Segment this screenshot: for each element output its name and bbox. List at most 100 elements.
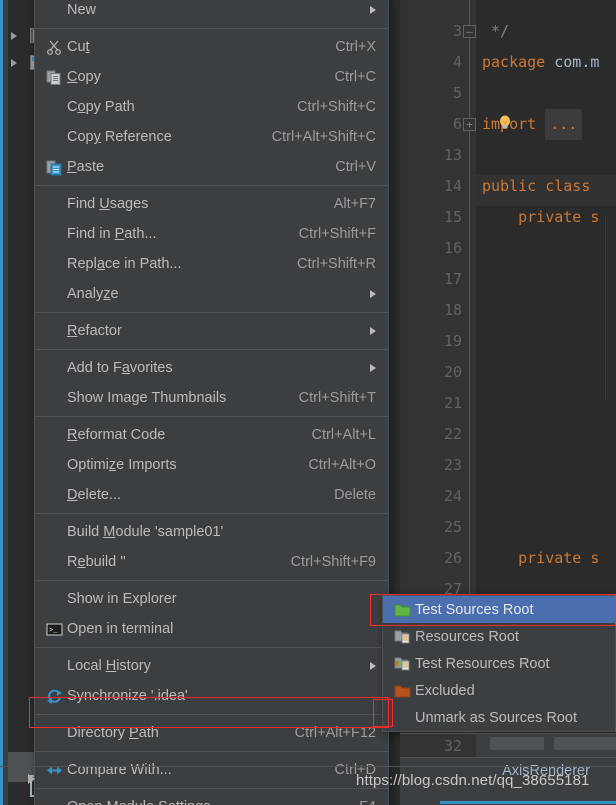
menu-item-replace-in-path[interactable]: Replace in Path... Ctrl+Shift+R bbox=[35, 249, 388, 279]
icon-placeholder bbox=[41, 552, 67, 572]
compare-icon bbox=[41, 760, 67, 780]
icon-placeholder bbox=[41, 656, 67, 676]
watermark-url: https://blog.csdn.net/qq_38655181 bbox=[356, 772, 590, 789]
code-token: ″ bbox=[482, 239, 616, 257]
menu-item-new[interactable]: New bbox=[35, 0, 388, 25]
icon-placeholder bbox=[41, 0, 67, 20]
menu-separator bbox=[35, 416, 388, 417]
code-token: private s bbox=[482, 208, 600, 226]
menu-item-directory-path[interactable]: Directory Path Ctrl+Alt+F12 bbox=[35, 718, 388, 748]
editor-line-number: 26 bbox=[443, 549, 462, 567]
menu-item-local-history[interactable]: Local History bbox=[35, 651, 388, 681]
lightbulb-icon[interactable] bbox=[497, 115, 513, 131]
menu-item-rebuild-default[interactable]: Rebuild '' Ctrl+Shift+F9 bbox=[35, 547, 388, 577]
icon-placeholder bbox=[41, 321, 67, 341]
folder-test-sources-icon bbox=[389, 600, 415, 620]
submenu-item-test-resources-root[interactable]: Test Resources Root bbox=[383, 650, 615, 677]
menu-item-paste[interactable]: Paste Ctrl+V bbox=[35, 152, 388, 182]
fold-expand-icon[interactable]: + bbox=[463, 118, 476, 131]
menu-item-shortcut: F4 bbox=[337, 799, 376, 805]
chevron-right-icon bbox=[370, 662, 376, 670]
submenu-item-excluded[interactable]: Excluded bbox=[383, 677, 615, 704]
menu-separator bbox=[35, 751, 388, 752]
svg-text:>_: >_ bbox=[49, 627, 58, 635]
menu-item-delete[interactable]: Delete... Delete bbox=[35, 480, 388, 510]
menu-item-label: Local History bbox=[67, 658, 151, 674]
menu-item-synchronize-idea[interactable]: Synchronize '.idea' bbox=[35, 681, 388, 711]
folder-excluded-icon bbox=[389, 681, 415, 701]
bottom-divider-2 bbox=[0, 766, 616, 767]
menu-item-refactor[interactable]: Refactor bbox=[35, 316, 388, 346]
icon-placeholder bbox=[41, 485, 67, 505]
menu-item-label: Compare With... bbox=[67, 762, 172, 778]
menu-item-shortcut: Ctrl+Shift+T bbox=[298, 390, 376, 406]
menu-item-label: Copy bbox=[67, 69, 101, 85]
icon-placeholder bbox=[41, 194, 67, 214]
menu-item-label: Build Module 'sample01' bbox=[67, 524, 224, 540]
menu-item-shortcut: Ctrl+Shift+R bbox=[297, 256, 376, 272]
menu-item-shortcut: Ctrl+Shift+C bbox=[297, 99, 376, 115]
menu-item-copy[interactable]: Copy Ctrl+C bbox=[35, 62, 388, 92]
menu-item-label: Open Module Settings bbox=[67, 799, 337, 805]
mark-directory-as-submenu[interactable]: Test Sources Root Resources Root Test Reso… bbox=[382, 595, 616, 732]
editor-line-number: 24 bbox=[443, 487, 462, 505]
menu-item-label: Refactor bbox=[67, 323, 122, 339]
menu-item-label: Reformat Code bbox=[67, 427, 166, 443]
collapsed-triangle-icon[interactable] bbox=[11, 32, 17, 40]
menu-item-show-in-explorer[interactable]: Show in Explorer bbox=[35, 584, 388, 614]
menu-item-copy-path[interactable]: Copy Path Ctrl+Shift+C bbox=[35, 92, 388, 122]
fold-collapse-icon[interactable]: – bbox=[463, 25, 476, 38]
submenu-item-unmark-as-sources-root[interactable]: Unmark as Sources Root bbox=[383, 704, 615, 731]
submenu-item-test-sources-root[interactable]: Test Sources Root bbox=[383, 596, 615, 623]
menu-item-optimize-imports[interactable]: Optimize Imports Ctrl+Alt+O bbox=[35, 450, 388, 480]
menu-item-add-to-favorites[interactable]: Add to Favorites bbox=[35, 353, 388, 383]
editor-code-line: public class bbox=[482, 171, 616, 202]
icon-placeholder bbox=[41, 97, 67, 117]
folder-resources-icon bbox=[389, 627, 415, 647]
submenu-item-label: Resources Root bbox=[415, 628, 519, 645]
menu-item-compare-with[interactable]: Compare With... Ctrl+D bbox=[35, 755, 388, 785]
menu-item-reformat-code[interactable]: Reformat Code Ctrl+Alt+L bbox=[35, 420, 388, 450]
editor-code-line: package com.m bbox=[482, 47, 616, 78]
submenu-item-resources-root[interactable]: Resources Root bbox=[383, 623, 615, 650]
menu-item-find-usages[interactable]: Find Usages Alt+F7 bbox=[35, 189, 388, 219]
editor-line-number: 20 bbox=[443, 363, 462, 381]
left-accent-bar bbox=[0, 0, 3, 805]
menu-item-copy-reference[interactable]: Copy Reference Ctrl+Alt+Shift+C bbox=[35, 122, 388, 152]
menu-item-label: Delete... bbox=[67, 487, 122, 503]
editor-line-number: 14 bbox=[443, 177, 462, 195]
icon-placeholder bbox=[41, 284, 67, 304]
icon-placeholder bbox=[41, 797, 67, 805]
menu-item-open-in-terminal[interactable]: >_ Open in terminal bbox=[35, 614, 388, 644]
menu-separator bbox=[35, 349, 388, 350]
menu-item-build-module-sample01[interactable]: Build Module 'sample01' bbox=[35, 517, 388, 547]
menu-item-find-in-path[interactable]: Find in Path... Ctrl+Shift+F bbox=[35, 219, 388, 249]
editor-line-number: 4 bbox=[452, 53, 462, 71]
menu-separator bbox=[35, 647, 388, 648]
collapsed-triangle-icon[interactable] bbox=[11, 59, 17, 67]
menu-item-label: Find in Path... bbox=[67, 226, 157, 242]
webservices-arrow-icon bbox=[28, 774, 35, 784]
icon-placeholder bbox=[41, 127, 67, 147]
menu-item-show-image-thumbnails[interactable]: Show Image Thumbnails Ctrl+Shift+T bbox=[35, 383, 388, 413]
menu-separator bbox=[35, 580, 388, 581]
menu-item-open-module-settings[interactable]: Open Module SettingsF4 bbox=[35, 792, 388, 805]
editor-line-number: 21 bbox=[443, 394, 462, 412]
chevron-right-icon bbox=[370, 6, 376, 14]
menu-separator bbox=[35, 28, 388, 29]
icon-placeholder bbox=[41, 589, 67, 609]
editor-code-line: private s bbox=[482, 543, 616, 574]
submenu-item-label: Unmark as Sources Root bbox=[415, 709, 577, 726]
menu-item-shortcut: Ctrl+V bbox=[335, 159, 376, 175]
menu-item-analyze[interactable]: Analyze bbox=[35, 279, 388, 309]
icon-placeholder bbox=[41, 224, 67, 244]
menu-item-shortcut: Ctrl+Alt+Shift+C bbox=[271, 129, 376, 145]
menu-item-cut[interactable]: Cut Ctrl+X bbox=[35, 32, 388, 62]
paste-icon bbox=[41, 157, 67, 177]
menu-item-label: Open in terminal bbox=[67, 621, 174, 637]
menu-item-shortcut: Ctrl+Alt+O bbox=[308, 457, 376, 473]
icon-placeholder bbox=[41, 254, 67, 274]
menu-item-shortcut: Ctrl+Alt+F12 bbox=[294, 725, 376, 741]
context-menu[interactable]: New Cut Ctrl+X Copy Ctrl+C Copy Path Ctrl+Shif… bbox=[34, 0, 389, 805]
menu-item-shortcut: Ctrl+Shift+F bbox=[298, 226, 376, 242]
